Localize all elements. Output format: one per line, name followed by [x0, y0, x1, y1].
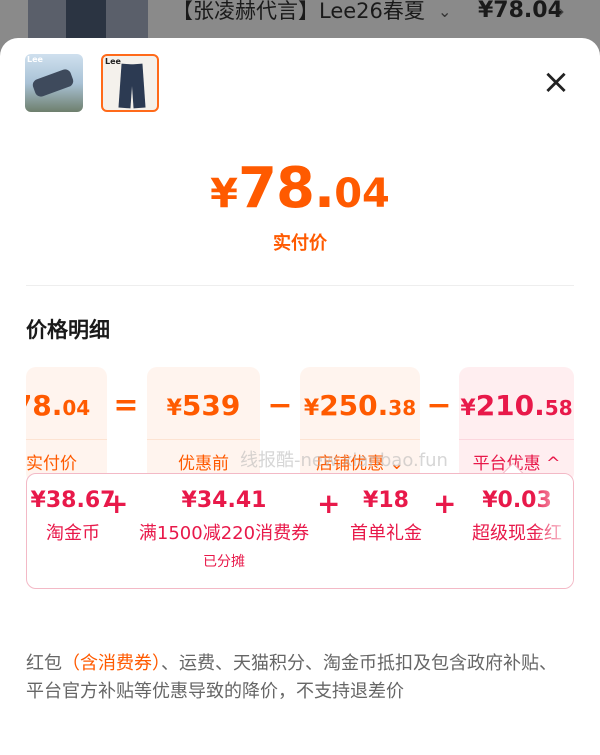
breakdown-label: 实付价	[26, 454, 77, 474]
platform-item-label: 淘金币	[46, 523, 100, 544]
card-separator	[147, 439, 260, 440]
close-icon: ×	[541, 62, 571, 102]
plus-operator: +	[317, 487, 341, 520]
jeans-leg-right	[130, 63, 146, 109]
breakdown-value: ¥210.58	[460, 389, 573, 422]
disclaimer-prefix: 红包	[26, 653, 62, 674]
platform-item-label: 首单礼金	[350, 523, 422, 544]
background-product-image	[28, 0, 148, 40]
price-decimal: 04	[334, 171, 390, 217]
close-button[interactable]: ×	[538, 64, 574, 100]
sku-thumbnail-2-selected[interactable]: Lee	[101, 54, 159, 112]
plus-operator: +	[433, 487, 457, 520]
breakdown-value: ¥250.38	[303, 389, 417, 422]
minus-operator: −	[426, 388, 452, 423]
brand-mark: Lee	[27, 55, 43, 64]
plus-operator: +	[105, 487, 129, 520]
divider	[26, 285, 574, 286]
breakdown-value: 78.04	[26, 389, 91, 422]
final-price: ¥78.04	[0, 156, 600, 221]
price-detail-sheet: Lee Lee × ¥78.04 实付价 价格明细 78.04 实付价 = ¥5…	[0, 38, 600, 755]
breakdown-value: ¥539	[166, 389, 241, 422]
sku-thumbnail-1[interactable]: Lee	[25, 54, 83, 112]
platform-item-value: ¥18	[363, 488, 409, 513]
price-integer: 78.	[237, 156, 335, 221]
chevron-down-icon: ⌄	[438, 2, 452, 21]
platform-item-coupon: ¥34.41 满1500减220消费券 已分摊	[131, 488, 317, 571]
platform-item-value: ¥34.41	[181, 488, 267, 513]
final-price-label: 实付价	[273, 233, 327, 254]
platform-discount-details: ¥38.67 淘金币 + ¥34.41 满1500减220消费券 已分摊 + ¥…	[26, 473, 574, 589]
chevron-right-icon: ›	[557, 0, 565, 23]
price-disclaimer: 红包（含消费券）、运费、天猫积分、淘金币抵扣及包含政府补贴、平台官方补贴等优惠导…	[26, 650, 574, 706]
brand-mark: Lee	[105, 57, 121, 66]
card-separator	[459, 439, 574, 440]
background-price: ¥78.04	[478, 0, 563, 23]
platform-item-sub: 已分摊	[203, 554, 245, 570]
card-separator	[26, 439, 107, 440]
equals-operator: =	[113, 388, 139, 423]
scroll-fade	[533, 474, 573, 588]
minus-operator: −	[267, 388, 293, 423]
section-title: 价格明细	[26, 318, 110, 342]
breakdown-card-final: 78.04 实付价	[26, 367, 107, 483]
currency-symbol: ¥	[210, 171, 238, 217]
model-figure	[31, 67, 75, 99]
card-separator	[300, 439, 420, 440]
platform-item-first-order-gift: ¥18 首单礼金	[341, 488, 431, 545]
disclaimer-highlight: （含消费券）	[62, 653, 161, 674]
platform-item-label: 满1500减220消费券	[138, 523, 310, 544]
watermark: 线报酷-new.xianbao.fun	[240, 450, 448, 471]
background-product-title: 【张凌赫代言】Lee26春夏	[172, 0, 425, 22]
